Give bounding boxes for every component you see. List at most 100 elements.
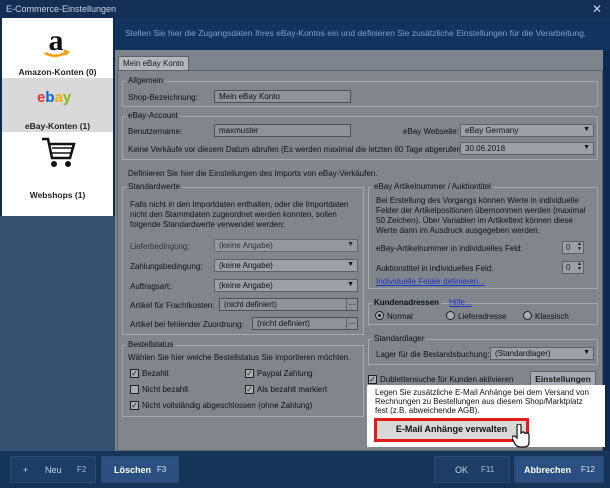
checkbox-paypal[interactable]: ✓: [245, 369, 254, 378]
cancel-button[interactable]: Abbrechen F12: [514, 456, 604, 483]
browse-icon[interactable]: ...: [346, 299, 357, 310]
delete-button[interactable]: Löschen F3: [101, 456, 179, 483]
cancel-button-label: Abbrechen: [524, 465, 572, 475]
radio-normal[interactable]: [375, 311, 384, 320]
standard-text-line: Falls nicht in den Importdaten enthalten…: [130, 200, 349, 209]
sidebar-item-webshops[interactable]: Webshops (1): [2, 132, 113, 216]
radio-label: Klassisch: [535, 312, 569, 321]
artnr-text-line: 50 Zeichen). Über Variablen im Artikelte…: [376, 216, 573, 225]
chevron-down-icon: ▼: [583, 126, 590, 133]
new-button-key: F2: [77, 465, 87, 474]
group-title: Allgemein: [126, 76, 166, 85]
window-titlebar: E-Commerce-Einstellungen: [0, 0, 610, 18]
title-field-value: 0: [566, 263, 571, 272]
title-field-stepper[interactable]: 0 ▲ ▼: [562, 261, 584, 274]
dubletten-settings-button[interactable]: Einstellungen: [530, 371, 596, 386]
username-label: Benutzername:: [128, 127, 183, 136]
chevron-down-icon: ▼: [583, 349, 590, 356]
auftragsart-select[interactable]: (keine Angabe) ▼: [214, 279, 358, 292]
checkbox-bezahlt[interactable]: ✓: [130, 369, 139, 378]
manage-email-attachments-button[interactable]: E-Mail Anhänge verwalten: [374, 418, 529, 442]
email-text-line: Legen Sie zusätzliche E-Mail Anhänge bei…: [375, 388, 589, 397]
ebay-site-value: eBay Germany: [465, 126, 519, 135]
lieferbedingung-label: Lieferbedingung:: [130, 242, 190, 251]
sidebar-item-label: Amazon-Konten (0): [18, 67, 97, 77]
new-button-label: Neu: [45, 465, 62, 475]
sidebar-item-label: Webshops (1): [29, 190, 86, 200]
email-text-line: fest (z.B. abweichende AGB).: [375, 406, 480, 415]
checkbox-nicht-bezahlt[interactable]: [130, 385, 139, 394]
browse-icon[interactable]: ...: [346, 318, 357, 329]
date-label: Keine Verkäufe vor diesem Datum abrufen …: [128, 145, 466, 154]
zahlungsbedingung-select[interactable]: (keine Angabe) ▼: [214, 259, 358, 272]
lager-label: Lager für die Bestandsbuchung:: [376, 350, 490, 359]
ebay-site-label: eBay Webseite:: [403, 127, 459, 136]
close-icon[interactable]: ✕: [592, 2, 602, 16]
standard-text-line: folgende Standardwerte verwendet werden:: [130, 220, 285, 229]
ok-button-key: F11: [481, 465, 495, 474]
missing-field[interactable]: (nicht definiert)...: [252, 317, 358, 330]
group-title: eBay Artikelnummer / Auktiontitel: [372, 182, 493, 191]
date-picker[interactable]: 30.06.2018 ▼: [460, 142, 594, 155]
ok-button[interactable]: OK F11: [434, 456, 510, 483]
shopping-cart-icon: [42, 137, 76, 167]
plus-icon: +: [23, 465, 29, 475]
radio-lieferadresse[interactable]: [446, 311, 455, 320]
missing-label: Artikel bei fehlender Zuordnung:: [130, 320, 244, 329]
radio-klassisch[interactable]: [523, 311, 532, 320]
checkbox-label: Nicht bezahlt: [142, 385, 189, 394]
define-fields-link[interactable]: Individuelle Felder definieren...: [376, 277, 485, 286]
freight-field[interactable]: (nicht definiert)...: [219, 298, 358, 311]
checkbox-label: Nicht vollständig abgeschlossen (ohne Za…: [142, 401, 313, 410]
help-link[interactable]: Hilfe...: [449, 298, 472, 307]
lieferbedingung-select[interactable]: (keine Angabe) ▼: [214, 239, 358, 252]
radio-label: Normal: [387, 312, 413, 321]
ok-button-label: OK: [455, 465, 469, 475]
chevron-down-icon: ▼: [347, 261, 354, 268]
new-button[interactable]: + Neu F2: [10, 456, 96, 483]
username-field[interactable]: maxmuster: [214, 124, 351, 137]
lager-select[interactable]: (Standardlager) ▼: [490, 347, 594, 360]
checkbox-label: Paypal Zahlung: [257, 369, 313, 378]
date-value: 30.06.2018: [465, 144, 506, 153]
auftragsart-value: (keine Angabe): [219, 281, 273, 290]
delete-button-key: F3: [157, 465, 167, 474]
group-title: Bestellstatus: [126, 340, 176, 349]
chevron-down-icon: ▼: [583, 144, 590, 151]
checkbox-nicht-abgeschlossen[interactable]: ✓: [130, 401, 139, 410]
stepper-arrows-icon[interactable]: ▲ ▼: [577, 242, 582, 252]
window-title: E-Commerce-Einstellungen: [6, 4, 117, 14]
lieferbedingung-value: (keine Angabe): [219, 241, 273, 250]
zahlungsbedingung-value: (keine Angabe): [219, 261, 273, 270]
email-text-line: Rechnungen zu Bestellungen aus diesem Sh…: [375, 397, 583, 406]
chevron-down-icon: ▼: [347, 281, 354, 288]
group-title: Standardwerte: [126, 182, 183, 191]
ebay-logo-icon: ebay: [37, 89, 72, 106]
svg-text:a: a: [49, 26, 64, 57]
tab-ebay-account[interactable]: Mein eBay Konto: [118, 56, 189, 70]
ebay-site-select[interactable]: eBay Germany ▼: [460, 124, 594, 137]
sidebar-item-amazon[interactable]: a Amazon-Konten (0): [2, 18, 113, 78]
artnr-field-label: eBay-Artikelnummer in individuelles Feld…: [376, 244, 523, 253]
group-title: Standardlager: [372, 334, 427, 343]
import-hint: Definieren Sie hier die Einstellungen de…: [128, 169, 378, 178]
group-title: eBay-Account: [126, 111, 180, 120]
lager-value: (Standardlager): [495, 349, 551, 358]
shop-name-label: Shop-Bezeichnung:: [128, 93, 198, 102]
cancel-button-key: F12: [581, 465, 595, 474]
sidebar-item-ebay[interactable]: ebay eBay-Konten (1): [2, 78, 113, 132]
checkbox-dubletten[interactable]: ✓: [368, 375, 377, 384]
stepper-arrows-icon[interactable]: ▲ ▼: [577, 262, 582, 272]
zahlungsbedingung-label: Zahlungsbedingung:: [130, 262, 203, 271]
artnr-field-stepper[interactable]: 0 ▲ ▼: [562, 241, 584, 254]
sidebar-item-label: eBay-Konten (1): [24, 121, 91, 131]
chevron-down-icon: ▼: [347, 241, 354, 248]
svg-text:ebay: ebay: [37, 89, 72, 106]
sidebar-background: [0, 216, 115, 451]
freight-label: Artikel für Frachtkosten:: [130, 301, 215, 310]
radio-label: Lieferadresse: [458, 312, 507, 321]
title-field-label: Auktionstitel in individuelles Feld:: [376, 264, 494, 273]
shop-name-field[interactable]: Mein eBay Konto: [214, 90, 351, 103]
checkbox-als-bezahlt[interactable]: ✓: [245, 385, 254, 394]
checkbox-label: Als bezahlt markiert: [257, 385, 328, 394]
